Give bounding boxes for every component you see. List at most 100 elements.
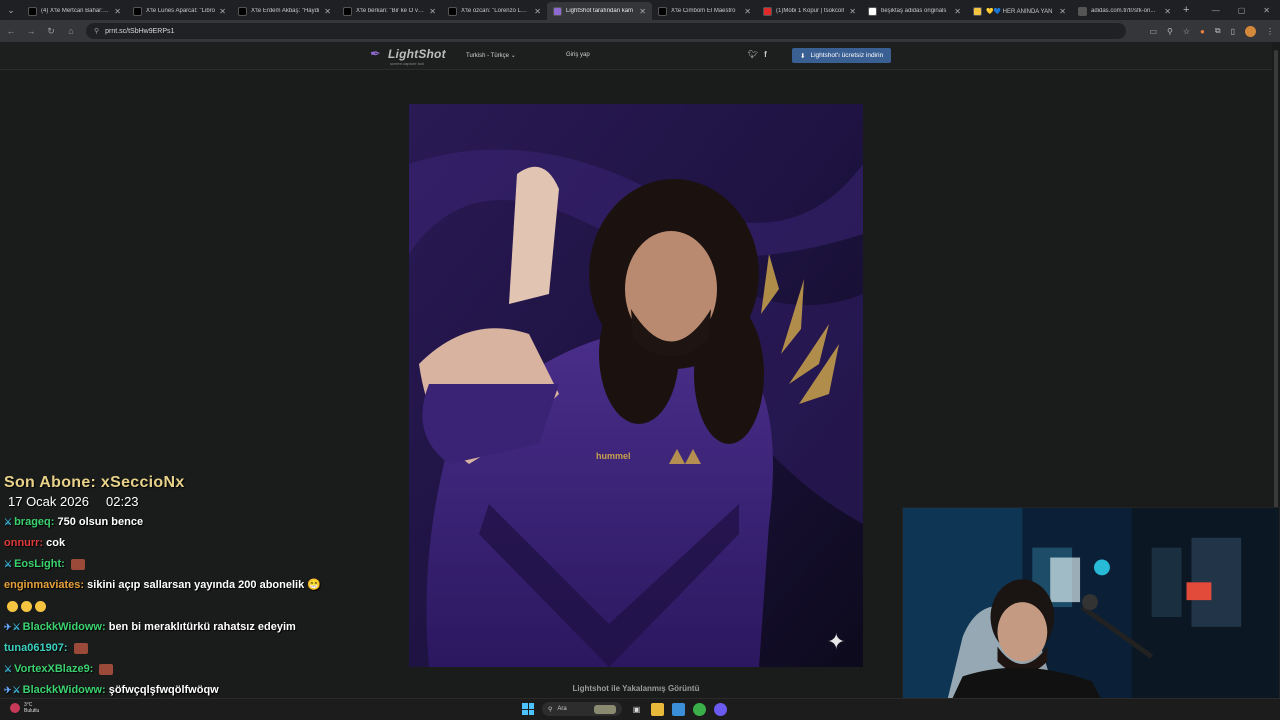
taskbar-search[interactable]: ⚲ Ara [542,702,622,716]
task-view-icon[interactable]: ▣ [630,703,643,716]
x-icon [448,6,457,16]
chat-username[interactable]: VortexXBlaze9: [14,663,93,675]
reload-icon[interactable]: ↻ [46,26,56,37]
discord-icon[interactable] [714,702,727,716]
browser-tab[interactable]: X'te Cimbom El Maestro ✕ [652,2,757,20]
heart-icon [973,6,982,16]
browser-tab[interactable]: X'te berkan: "Bir ke Ö ver" ✕ [337,2,442,20]
browser-tab[interactable]: beşiktaş adidas originals ✕ [862,2,967,20]
cast-icon[interactable]: ▭ [1149,27,1157,36]
chat-username[interactable]: BlackkWidoww: [23,621,106,633]
windows-start-icon[interactable] [522,703,534,715]
chat-username[interactable]: brageq: [14,516,54,528]
tab-title: X'te Erdem Akbaş: "Haydi [251,8,320,14]
close-tab-icon[interactable]: ✕ [639,7,646,16]
forward-icon[interactable]: → [26,26,36,36]
photo-illustration: hummel ✦ [409,104,863,667]
chat-message: onnurr: cok [4,533,400,554]
toolbar-icons: ▭ ⚲ ☆ ● ⧉ ▯ ⋮ [1149,25,1274,37]
svg-text:✦: ✦ [827,630,845,655]
bookmark-star-icon[interactable]: ☆ [1183,27,1190,36]
sword-badge-icon: ⚔ [4,664,13,674]
close-tab-icon[interactable]: ✕ [1059,7,1066,16]
globe-icon [1078,6,1087,16]
download-button[interactable]: ⬇ Lightshot'ı ücretsiz indirin [792,48,892,63]
language-selector[interactable]: Turkish - Türkçe ⌄ [466,52,516,59]
address-bar[interactable]: ⚲ prnt.sc/tSbHw9ERPs1 [86,23,1126,39]
store-icon[interactable] [672,702,685,716]
weather-widget[interactable]: 3°C Bulutlu [10,702,39,714]
close-tab-icon[interactable]: ✕ [744,7,751,16]
browser-tab[interactable]: adidas.com.tr/tr/sfk-on... ✕ [1072,2,1177,20]
tab-title: X'te Lunes Aparcat: "Libro [146,8,215,14]
chat-message: ✈⚔ BlackkWidoww: ben bi meraklıtürkü raha… [4,617,400,638]
x-icon [238,6,247,16]
sword-badge-icon: ⚔ [4,517,13,527]
search-icon: ⚲ [548,706,553,713]
browser-tab[interactable]: X'te Lunes Aparcat: "Libro ✕ [127,2,232,20]
zoom-icon[interactable]: ⚲ [1167,27,1173,36]
chat-message: ⚔ brageq: 750 olsun bence [4,512,400,533]
grin-emoji-icon [35,600,46,612]
screenshot-image: hummel ✦ [409,104,863,667]
browser-tab[interactable]: X'te Erdem Akbaş: "Haydi ✕ [232,2,337,20]
screen: ⌄ (4) X'te Mertcan Bahar: "Ja ✕ X'te Lunes… [0,0,1280,720]
plane-badge-icon: ✈ [4,685,12,695]
x-icon [133,6,142,16]
latest-subscriber: Son Abone: xSeccioNx [4,474,185,491]
chat-username[interactable]: tuna061907: [4,642,68,654]
browser-tab[interactable]: X'te ozcan: "Lorenzo Luca ✕ [442,2,547,20]
browser-tab[interactable]: (4) X'te Mertcan Bahar: "Ja ✕ [22,2,127,20]
chat-username[interactable]: enginmaviates: [4,579,84,591]
browser-tab[interactable]: 💛💙 HER ANINDA YAN ✕ [967,2,1072,20]
weather-desc: Bulutlu [24,708,40,714]
chat-message: ⚔ VortexXBlaze9: [4,659,400,680]
menu-kebab-icon[interactable]: ⋮ [1266,27,1274,36]
home-icon[interactable]: ⌂ [66,26,76,36]
close-tab-icon[interactable]: ✕ [534,7,541,16]
chat-text: sikini açıp sallarsan yayında 200 abonel… [87,579,321,591]
new-tab-icon[interactable]: + [1183,4,1189,16]
site-info-icon[interactable]: ⚲ [94,27,99,35]
close-tab-icon[interactable]: ✕ [324,7,331,16]
back-icon[interactable]: ← [6,26,16,36]
extension-icon[interactable]: ● [1200,27,1205,36]
tab-title: X'te Cimbom El Maestro [671,8,736,14]
close-tab-icon[interactable]: ✕ [954,7,961,16]
chat-message: tuna061907: [4,638,400,659]
emote-icon [70,558,85,570]
browser-tab[interactable]: (1)Mobi 1 Kopur | tsokcoll ✕ [757,2,862,20]
emote-icon [73,642,88,654]
lightshot-icon [553,6,562,16]
extensions-puzzle-icon[interactable]: ⧉ [1215,26,1221,36]
profile-avatar[interactable] [1245,25,1256,37]
sword-badge-icon: ⚔ [12,685,21,695]
chat-username[interactable]: onnurr: [4,537,43,549]
minimize-icon[interactable]: — [1212,6,1220,15]
maximize-icon[interactable]: ▢ [1238,6,1246,15]
close-tab-icon[interactable]: ✕ [114,7,121,16]
lightshot-logo[interactable]: ✒ LightShot screen capture tool [370,47,446,67]
close-window-icon[interactable]: ✕ [1263,6,1270,15]
file-explorer-icon[interactable] [651,702,664,716]
twitter-icon[interactable]: 🐦︎ [748,50,758,59]
facebook-icon[interactable]: f [764,50,767,59]
download-icon: ⬇ [800,52,806,60]
chat-text: cok [46,537,66,549]
taskbar-apps: ⚲ Ara ▣ [522,702,727,716]
close-tab-icon[interactable]: ✕ [429,7,436,16]
browser-tab-strip: ⌄ (4) X'te Mertcan Bahar: "Ja ✕ X'te Lunes… [0,0,1280,20]
tab-search-icon[interactable]: ⌄ [0,0,22,20]
close-tab-icon[interactable]: ✕ [1164,7,1171,16]
browser-tab[interactable]: LightShot tarafından kam ✕ [547,2,652,20]
close-tab-icon[interactable]: ✕ [219,7,226,16]
tab-title: 💛💙 HER ANINDA YAN [986,8,1053,15]
sidebar-icon[interactable]: ▯ [1231,27,1235,36]
tab-title: X'te berkan: "Bir ke Ö ver" [356,8,426,14]
chat-username[interactable]: EosLight: [14,558,65,570]
chrome-icon[interactable] [693,702,706,716]
chat-username[interactable]: BlackkWidoww: [23,684,106,696]
close-tab-icon[interactable]: ✕ [849,7,856,16]
grin-emoji-icon [21,600,32,612]
login-link[interactable]: Giriş yap [566,52,590,58]
